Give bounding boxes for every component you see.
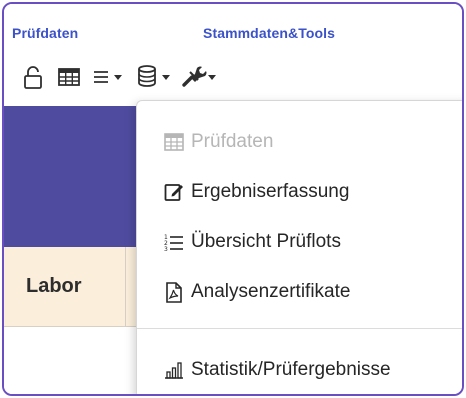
table-icon[interactable] [56,64,82,90]
unlock-icon[interactable] [20,64,46,90]
menu-item-analysenzertifikate[interactable]: Analysenzertifikate [137,270,462,314]
pdf-file-icon [163,281,185,303]
svg-text:3: 3 [164,246,168,251]
app-frame: Prüfdaten Stammdaten&Tools Labor Prüfdat… [2,2,464,396]
group-title-stammdaten-tools: Stammdaten&Tools [203,25,336,41]
menu-item-label: Übersicht Prüflots [191,231,341,252]
menu-item-label: Prüfdaten [191,131,274,152]
dropdown-menu: Prüfdaten Ergebniserfassung 1 2 3 Übersi… [136,100,462,394]
tools-dropdown-icon[interactable] [178,62,224,90]
menu-item-label: Ergebniserfassung [191,181,350,202]
edit-icon [163,181,185,203]
menu-item-ergebniserfassung[interactable]: Ergebniserfassung [137,170,462,214]
menu-item-label: Analysenzertifikate [191,281,351,302]
table-icon [163,131,185,153]
numbered-list-icon: 1 2 3 [163,231,185,253]
labor-column-header[interactable]: Labor [4,247,126,326]
menu-item-statistik-pruefergebnisse[interactable]: Statistik/Prüfergebnisse [137,348,462,392]
menu-item-pruefdaten: Prüfdaten [137,120,462,164]
toolbar: Prüfdaten Stammdaten&Tools [4,4,462,104]
bar-chart-icon [163,359,185,381]
list-dropdown-icon[interactable] [90,64,130,90]
menu-item-label: Statistik/Prüfergebnisse [191,359,391,380]
menu-separator [137,328,462,329]
database-dropdown-icon[interactable] [134,62,178,90]
group-title-pruefdaten: Prüfdaten [12,25,79,41]
table-body [4,327,144,394]
menu-item-uebersicht-prueflots[interactable]: 1 2 3 Übersicht Prüflots [137,220,462,264]
